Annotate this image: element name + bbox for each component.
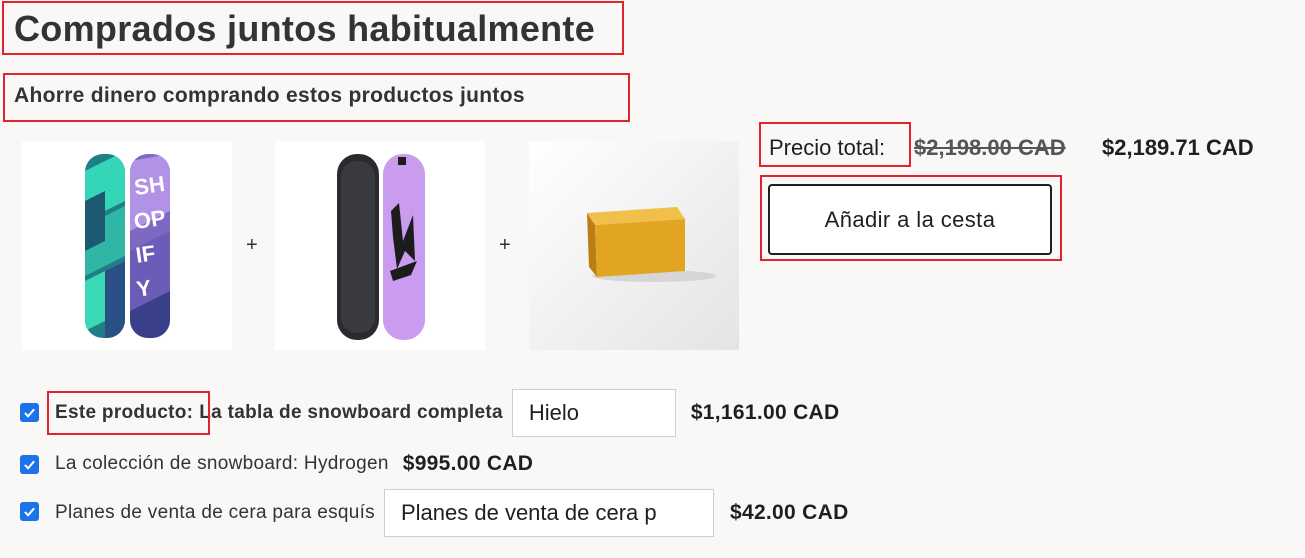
variant-select-product-1[interactable]: Hielo	[511, 389, 676, 437]
plus-separator-1: +	[246, 234, 258, 256]
checkmark-icon	[24, 408, 35, 418]
variant-select-product-3[interactable]: Planes de venta de cera p	[383, 489, 714, 537]
original-total-price: $2,198.00 CAD	[914, 135, 1066, 160]
svg-text:OP: OP	[132, 205, 167, 234]
product-price-1: $1,161.00 CAD	[690, 401, 840, 424]
product-price-2: $995.00 CAD	[402, 452, 534, 475]
checkmark-icon	[24, 507, 35, 517]
svg-text:SH: SH	[133, 171, 167, 200]
svg-text:IF: IF	[134, 240, 157, 267]
highlight-box-total-label	[759, 122, 911, 167]
product-price-3: $42.00 CAD	[729, 501, 849, 524]
plus-separator-2: +	[499, 234, 511, 256]
product-name-3[interactable]: Planes de venta de cera para esquís	[55, 502, 375, 524]
checkbox-product-2[interactable]	[20, 454, 39, 474]
highlight-box-this-product	[47, 391, 210, 435]
list-item-product-3: Planes de venta de cera para esquís Plan…	[20, 489, 849, 537]
discounted-total-price: $2,189.71 CAD	[1102, 135, 1254, 160]
product-image-snowboard-complete[interactable]: SH OP IF Y	[22, 141, 232, 350]
highlight-box-subtitle	[3, 73, 630, 122]
product-name-2[interactable]: La colección de snowboard: Hydrogen	[55, 453, 389, 475]
highlight-box-title	[2, 1, 624, 55]
checkbox-product-1[interactable]	[20, 402, 39, 422]
product-image-snowboard-hydrogen[interactable]	[275, 141, 485, 350]
list-item-product-2: La colección de snowboard: Hydrogen $995…	[20, 444, 533, 484]
highlight-box-add-button	[760, 175, 1062, 261]
checkmark-icon	[24, 460, 35, 470]
checkbox-product-3[interactable]	[20, 501, 39, 521]
product-image-wax[interactable]	[529, 141, 739, 350]
product-name-1[interactable]: La tabla de snowboard completa	[199, 402, 503, 424]
